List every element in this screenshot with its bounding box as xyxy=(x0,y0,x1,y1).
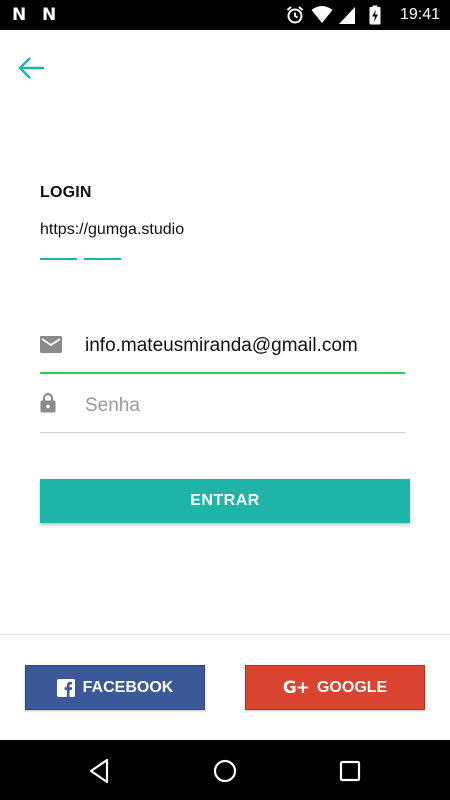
square-recents-icon xyxy=(339,760,361,782)
circle-home-icon xyxy=(213,759,237,783)
google-plus-icon: G+ xyxy=(282,677,310,698)
nav-back-button[interactable] xyxy=(84,756,114,786)
battery-charging-icon xyxy=(369,5,381,25)
nav-recents-button[interactable] xyxy=(335,756,365,786)
notification-n-icon: N xyxy=(42,5,57,25)
footer-divider xyxy=(0,634,450,635)
email-icon xyxy=(40,336,62,353)
email-field[interactable]: info.mateusmiranda@gmail.com xyxy=(85,335,358,357)
wifi-icon xyxy=(311,6,333,23)
status-bar: N N 19:41 xyxy=(0,0,450,30)
back-button[interactable] xyxy=(14,52,50,84)
google-login-button[interactable]: G+ GOOGLE xyxy=(245,665,425,710)
facebook-icon xyxy=(56,678,75,697)
enter-button[interactable]: ENTRAR xyxy=(40,479,410,523)
server-url: https://gumga.studio xyxy=(40,221,185,238)
google-label: GOOGLE xyxy=(316,678,388,696)
nav-home-button[interactable] xyxy=(210,756,240,786)
triangle-back-icon xyxy=(89,758,109,784)
status-time: 19:41 xyxy=(399,6,440,23)
accent-dash xyxy=(84,258,121,260)
lock-icon xyxy=(40,393,56,413)
accent-dash xyxy=(40,258,77,260)
password-underline xyxy=(40,432,405,433)
notification-n-icon: N xyxy=(12,5,27,25)
password-field[interactable] xyxy=(85,393,385,419)
signal-icon xyxy=(339,7,355,24)
email-underline xyxy=(40,372,405,374)
facebook-label: FACEBOOK xyxy=(82,678,174,696)
arrow-left-icon xyxy=(18,57,44,79)
facebook-login-button[interactable]: FACEBOOK xyxy=(25,665,205,710)
navigation-bar xyxy=(0,740,450,800)
login-title: LOGIN xyxy=(40,184,92,201)
alarm-icon xyxy=(286,6,304,24)
